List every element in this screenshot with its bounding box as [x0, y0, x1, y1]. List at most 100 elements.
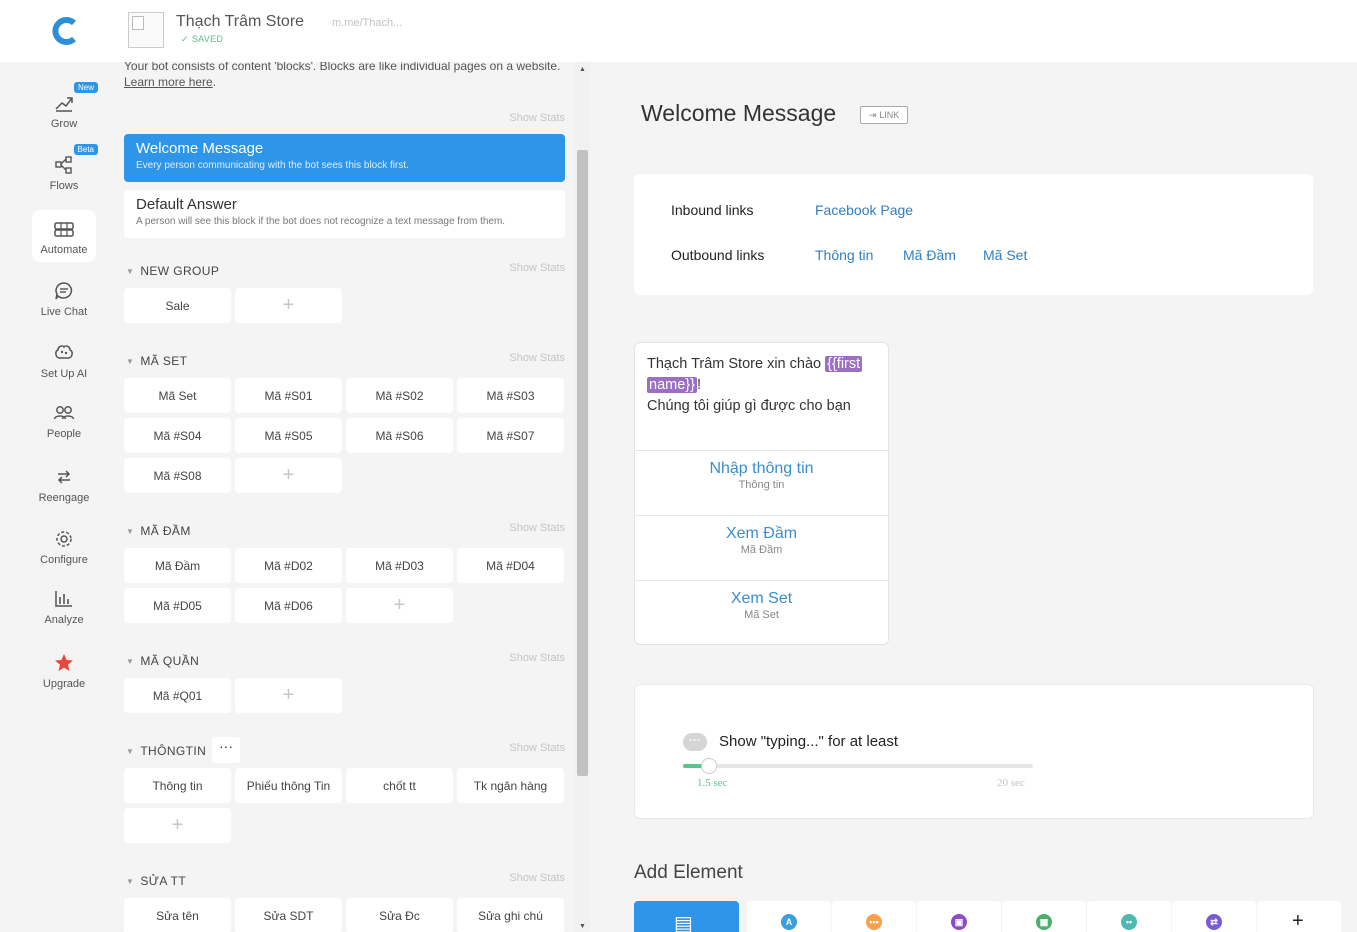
nav-analyze[interactable]: Analyze — [32, 588, 96, 626]
group-title[interactable]: ▼ MÃ QUẦN — [126, 654, 199, 668]
block-chip[interactable]: Mã #Q01 — [124, 678, 231, 713]
blocks-scrollbar[interactable]: ▲ ▼ — [575, 62, 590, 932]
block-chip[interactable]: Mã #S05 — [235, 418, 342, 453]
beta-badge: Beta — [73, 144, 98, 155]
block-chip[interactable]: Tk ngân hàng — [457, 768, 564, 803]
show-stats-link[interactable]: Show Stats — [509, 352, 565, 364]
block-chip[interactable]: Mã #S02 — [346, 378, 453, 413]
bot-name[interactable]: Thạch Trâm Store — [176, 13, 304, 31]
link-button[interactable]: ⇥ LINK — [860, 106, 908, 124]
reengage-icon — [57, 470, 71, 484]
bot-url[interactable]: m.me/Thach... — [332, 17, 402, 29]
show-stats-link[interactable]: Show Stats — [509, 652, 565, 664]
nav-configure[interactable]: Configure — [32, 528, 96, 566]
block-title[interactable]: Welcome Message — [641, 100, 836, 127]
group-title[interactable]: ▼ SỬA TT — [126, 874, 186, 888]
block-chip[interactable]: Mã Đầm — [124, 548, 231, 583]
group-name: MÃ QUẦN — [140, 654, 200, 668]
outbound-link[interactable]: Thông tin — [815, 247, 873, 263]
block-chip[interactable]: Sửa SDT — [235, 898, 342, 932]
block-chip[interactable]: Mã Set — [124, 378, 231, 413]
add-element-button[interactable]: ••• — [832, 901, 916, 932]
nav-label: Automate — [40, 244, 88, 256]
page-avatar[interactable] — [128, 12, 164, 48]
nav-live-chat[interactable]: Live Chat — [32, 280, 96, 318]
block-chip[interactable]: Mã #S06 — [346, 418, 453, 453]
add-block-button[interactable]: + — [235, 678, 342, 713]
block-chip[interactable]: Mã #D04 — [457, 548, 564, 583]
typing-duration-slider[interactable] — [683, 758, 1033, 774]
block-chip[interactable]: Mã #S04 — [124, 418, 231, 453]
group-more-options-button[interactable]: ··· — [212, 737, 240, 763]
group-title[interactable]: ▼ MÃ SET — [126, 354, 187, 368]
add-block-button[interactable]: + — [235, 288, 342, 323]
block-chip[interactable]: Thông tin — [124, 768, 231, 803]
chatfuel-logo-icon[interactable] — [48, 14, 82, 48]
new-badge: New — [73, 82, 98, 93]
nav-label: Grow — [50, 118, 78, 130]
show-stats-link[interactable]: Show Stats — [509, 112, 565, 124]
message-text[interactable]: Thạch Trâm Store xin chào {{first name}}!… — [635, 343, 888, 450]
block-chip[interactable]: Mã #S01 — [235, 378, 342, 413]
show-stats-link[interactable]: Show Stats — [509, 742, 565, 754]
block-chip[interactable]: Mã #D02 — [235, 548, 342, 583]
add-block-button[interactable]: + — [235, 458, 342, 493]
group-title[interactable]: ▼ MÃ ĐẦM — [126, 524, 191, 538]
people-icon — [53, 406, 75, 420]
block-chip[interactable]: Mã #S03 — [457, 378, 564, 413]
show-stats-link[interactable]: Show Stats — [509, 522, 565, 534]
learn-more-link[interactable]: Learn more here — [124, 75, 213, 89]
caret-down-icon: ▼ — [126, 267, 135, 276]
welcome-message-block[interactable]: Welcome Message Every person communicati… — [124, 134, 565, 182]
outbound-link[interactable]: Mã Đầm — [903, 247, 956, 263]
nav-flows[interactable]: Flows Beta — [32, 144, 98, 192]
message-button[interactable]: Xem Đầm Mã Đầm — [635, 515, 888, 580]
message-button[interactable]: Xem Set Mã Set — [635, 580, 888, 645]
scrollbar-thumb[interactable] — [577, 150, 588, 776]
add-block-button[interactable]: + — [346, 588, 453, 623]
caret-down-icon: ▼ — [126, 657, 135, 666]
show-stats-link[interactable]: Show Stats — [509, 872, 565, 884]
add-element-button[interactable]: ⇄ — [1172, 901, 1256, 932]
text-message-card: Thạch Trâm Store xin chào {{first name}}!… — [634, 342, 889, 645]
default-answer-block[interactable]: Default Answer A person will see this bl… — [124, 190, 565, 238]
plus-icon: + — [1292, 910, 1304, 932]
scroll-down-icon[interactable]: ▼ — [579, 923, 586, 930]
block-chip[interactable]: Sale — [124, 288, 231, 323]
inbound-link[interactable]: Facebook Page — [815, 202, 913, 218]
add-element-button[interactable]: ▦ — [1002, 901, 1086, 932]
message-button[interactable]: Nhập thông tin Thông tin — [635, 450, 888, 515]
block-chip[interactable]: chốt tt — [346, 768, 453, 803]
nav-people[interactable]: People — [32, 402, 96, 440]
block-chip[interactable]: Mã #S08 — [124, 458, 231, 493]
add-block-button[interactable]: + — [124, 808, 231, 843]
group-title[interactable]: ▼ NEW GROUP — [126, 264, 219, 278]
block-chip[interactable]: Phiếu thông Tin — [235, 768, 342, 803]
nav-automate[interactable]: Automate — [32, 210, 96, 262]
block-chip[interactable]: Mã #D03 — [346, 548, 453, 583]
add-element-button[interactable]: ▤ — [634, 901, 739, 932]
block-chip[interactable]: Mã #D05 — [124, 588, 231, 623]
saved-status: ✓ SAVED — [178, 34, 223, 45]
nav-set-up-ai[interactable]: Set Up AI — [32, 342, 96, 380]
block-chip[interactable]: Mã #D06 — [235, 588, 342, 623]
add-element-button[interactable]: •• — [1087, 901, 1171, 932]
outbound-link[interactable]: Mã Set — [983, 247, 1027, 263]
block-chip[interactable]: Sửa Đc — [346, 898, 453, 932]
add-element-button[interactable]: + — [1257, 901, 1341, 932]
add-element-button[interactable]: ▣ — [917, 901, 1001, 932]
nav-label: Set Up AI — [40, 368, 88, 380]
block-chip[interactable]: Mã #S07 — [457, 418, 564, 453]
show-stats-link[interactable]: Show Stats — [509, 262, 565, 274]
scroll-up-icon[interactable]: ▲ — [579, 66, 586, 73]
block-chip[interactable]: Sửa ghi chú — [457, 898, 564, 932]
slider-knob[interactable] — [701, 758, 718, 774]
block-chip[interactable]: Sửa tên — [124, 898, 231, 932]
typing-dots-icon: ··· — [683, 733, 707, 751]
nav-upgrade[interactable]: Upgrade — [32, 652, 96, 690]
nav-grow[interactable]: Grow New — [32, 82, 98, 130]
gear-icon — [56, 531, 72, 547]
group-title[interactable]: ▼ THÔNGTIN — [126, 744, 206, 758]
add-element-button[interactable]: A — [747, 901, 831, 932]
nav-reengage[interactable]: Reengage — [32, 466, 96, 504]
